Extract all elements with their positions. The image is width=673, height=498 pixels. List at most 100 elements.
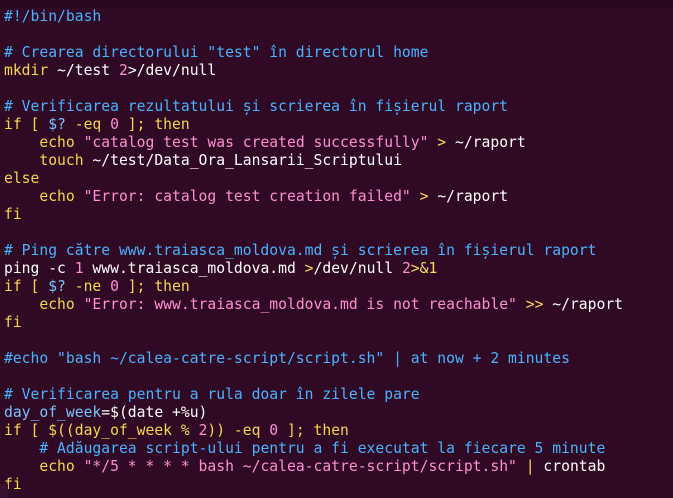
code-token-num: 1	[74, 260, 84, 277]
code-token-text: www.traiasca_moldova.md	[83, 260, 305, 277]
code-token-comment: # Verificarea rezultatului și scrierea î…	[4, 98, 509, 115]
code-token-builtin: echo	[39, 188, 75, 205]
code-line[interactable]: ping -c 1 www.traiasca_moldova.md >/dev/…	[4, 260, 673, 278]
code-line[interactable]: # Verificarea rezultatului și scrierea î…	[4, 98, 673, 116]
code-token-text: ~/raport	[455, 134, 526, 151]
code-token-text: ~/raport	[437, 188, 509, 205]
code-line[interactable]: fi	[4, 476, 673, 494]
code-line[interactable]: mkdir ~/test 2>/dev/null	[4, 62, 673, 80]
code-token-string: "Error: catalog test creation failed"	[74, 188, 411, 205]
code-token-var: $?	[48, 278, 66, 295]
code-line[interactable]: echo "Error: www.traiasca_moldova.md is …	[4, 296, 673, 314]
code-line[interactable]: # Ping către www.traiasca_moldova.md și …	[4, 242, 673, 260]
code-line[interactable]: if [ $? -eq 0 ]; then	[4, 116, 673, 134]
code-token-keyword: [	[21, 278, 49, 295]
code-token-text: =$(date +%u)	[101, 404, 208, 421]
code-line[interactable]	[4, 332, 673, 350]
code-token-builtin: echo	[39, 296, 75, 313]
code-line[interactable]: # Adăugarea script-ului pentru a fi exec…	[4, 440, 673, 458]
code-token-comment: # Crearea directorului "test" în directo…	[4, 44, 429, 61]
code-token-op: |	[516, 458, 544, 475]
code-line[interactable]: # Verificarea pentru a rula doar în zile…	[4, 386, 673, 404]
code-token-comment: # Verificarea pentru a rula doar în zile…	[4, 386, 420, 403]
code-line[interactable]: fi	[4, 314, 673, 332]
code-line[interactable]: # Crearea directorului "test" în directo…	[4, 44, 673, 62]
code-token-num: 2	[401, 260, 411, 277]
code-editor[interactable]: #!/bin/bash # Crearea directorului "test"…	[0, 0, 673, 498]
code-line[interactable]	[4, 80, 673, 98]
code-token-num: 0	[110, 116, 119, 133]
code-token-op: >>	[516, 296, 553, 313]
code-token-builtin: echo	[39, 134, 75, 151]
code-line[interactable]: #echo "bash ~/calea-catre-script/script.…	[4, 350, 673, 368]
code-token-keyword: then	[313, 422, 349, 439]
code-token-num: 2	[118, 62, 128, 79]
code-token-text: >/dev/null	[127, 62, 217, 79]
code-token-keyword: if	[4, 278, 22, 295]
code-token-keyword: $((day_of_week %	[48, 422, 199, 439]
code-token-keyword: then	[154, 116, 190, 133]
code-token-builtin: echo	[39, 458, 75, 475]
code-token-keyword: [	[21, 422, 49, 439]
code-token-string: "*/5 * * * * bash ~/calea-catre-script/s…	[74, 458, 517, 475]
code-token-builtin: mkdir	[4, 62, 49, 79]
code-token-keyword: ))	[207, 422, 226, 439]
code-token-keyword: -eq	[225, 422, 270, 439]
code-token-op: >	[410, 188, 438, 205]
code-token-keyword: ];	[278, 422, 314, 439]
code-token-comment: # Adăugarea script-ului pentru a fi exec…	[39, 440, 606, 457]
code-token-keyword: ];	[118, 116, 155, 133]
code-line[interactable]: if [ $? -ne 0 ]; then	[4, 278, 673, 296]
code-token-num: 0	[110, 278, 119, 295]
code-token-op: >	[428, 134, 455, 151]
code-line[interactable]	[4, 26, 673, 44]
code-token-text: /dev/null	[313, 260, 402, 277]
code-token-builtin: touch	[39, 152, 84, 169]
code-token-keyword: fi	[4, 314, 22, 331]
code-token-keyword: [	[21, 116, 49, 133]
code-token-keyword: fi	[4, 206, 22, 223]
code-token-keyword: if	[4, 422, 22, 439]
code-token-text: ~/test	[48, 62, 119, 79]
editor-top-bar	[0, 0, 673, 8]
code-token-keyword: ];	[118, 278, 155, 295]
code-line[interactable]	[4, 368, 673, 386]
code-token-op: >&1	[410, 260, 438, 277]
code-line[interactable]: echo "*/5 * * * * bash ~/calea-catre-scr…	[4, 458, 673, 476]
text-cursor	[0, 484, 8, 498]
code-token-comment: #!/bin/bash	[4, 8, 102, 25]
code-token-keyword: if	[4, 116, 22, 133]
code-token-text: crontab	[543, 458, 606, 475]
code-token-text: ping -c	[4, 260, 75, 277]
code-token-keyword: else	[4, 170, 40, 187]
code-line[interactable]: day_of_week=$(date +%u)	[4, 404, 673, 422]
code-token-op: >	[304, 260, 314, 277]
code-token-comment: #echo "bash ~/calea-catre-script/script.…	[4, 350, 570, 367]
code-line[interactable]	[4, 224, 673, 242]
code-token-text: ~/raport	[552, 296, 624, 313]
code-line[interactable]: else	[4, 170, 673, 188]
code-line[interactable]: #!/bin/bash	[4, 8, 673, 26]
code-token-string: "catalog test was created successfully"	[74, 134, 429, 151]
code-area[interactable]: #!/bin/bash # Crearea directorului "test"…	[4, 8, 673, 494]
code-token-text: ~/test/Data_Ora_Lansarii_Scriptului	[83, 152, 402, 169]
code-line[interactable]: touch ~/test/Data_Ora_Lansarii_Scriptulu…	[4, 152, 673, 170]
code-token-var: $?	[48, 116, 66, 133]
code-token-comment: # Ping către www.traiasca_moldova.md și …	[4, 242, 597, 259]
code-line[interactable]: echo "catalog test was created successfu…	[4, 134, 673, 152]
code-line[interactable]: fi	[4, 206, 673, 224]
code-token-keyword: -eq	[65, 116, 111, 133]
code-token-keyword: -ne	[65, 278, 111, 295]
code-token-keyword: then	[154, 278, 190, 295]
code-token-num: 0	[269, 422, 279, 439]
code-line[interactable]: if [ $((day_of_week % 2)) -eq 0 ]; then	[4, 422, 673, 440]
code-token-var: day_of_week	[4, 404, 102, 421]
code-token-string: "Error: www.traiasca_moldova.md is not r…	[74, 296, 517, 313]
code-line[interactable]: echo "Error: catalog test creation faile…	[4, 188, 673, 206]
